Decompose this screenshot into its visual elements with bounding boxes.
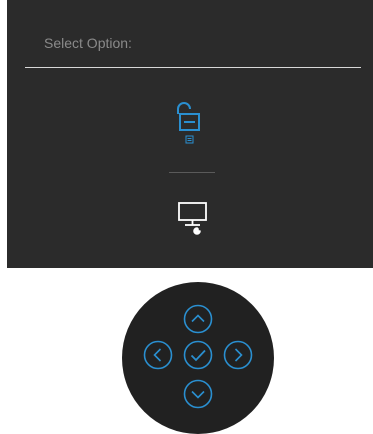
chevron-up-icon (183, 304, 213, 334)
osd-menu-panel: Select Option: (7, 0, 373, 268)
monitor-wrench-icon (178, 202, 207, 235)
chevron-down-icon (183, 379, 213, 409)
display-diagnostics-option[interactable] (177, 199, 211, 245)
checkmark-icon (183, 340, 213, 370)
option-divider (169, 172, 215, 173)
menu-unlock-option[interactable] (171, 100, 207, 150)
chevron-left-icon (143, 340, 173, 370)
chevron-right-icon (223, 340, 253, 370)
title-divider (25, 67, 361, 68)
joystick-right-button[interactable] (223, 340, 253, 370)
unlock-menu-icon (177, 102, 200, 144)
joystick-left-button[interactable] (143, 340, 173, 370)
osd-title: Select Option: (44, 35, 132, 51)
joystick-ok-button[interactable] (183, 340, 213, 370)
joystick-up-button[interactable] (183, 304, 213, 334)
joystick-down-button[interactable] (183, 379, 213, 409)
joystick-controller (122, 282, 274, 434)
